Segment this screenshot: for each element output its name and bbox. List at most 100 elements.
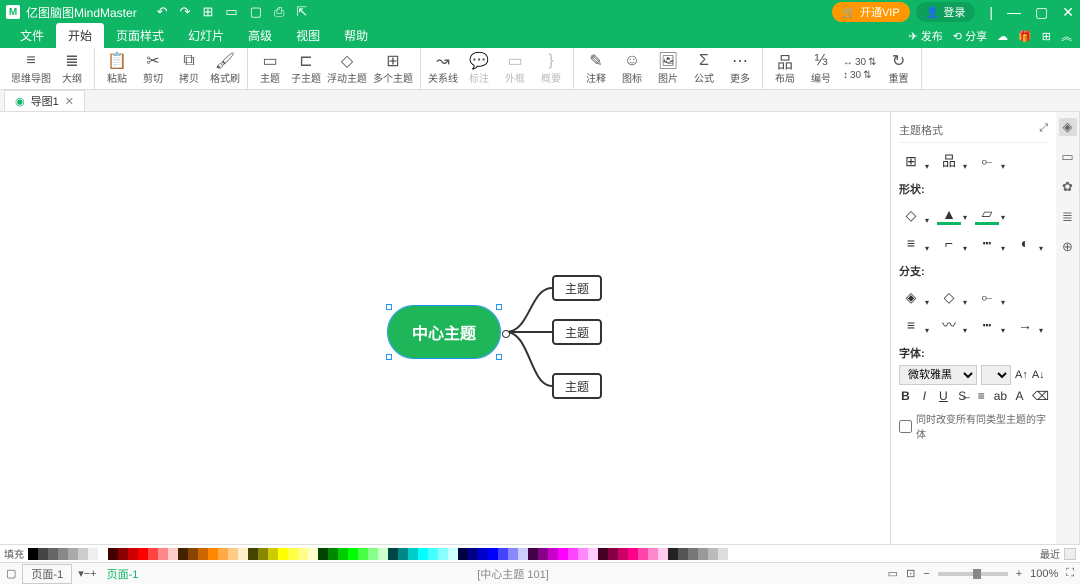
mindmap-view-button[interactable]: ≡思维导图 xyxy=(8,50,54,88)
tab-advanced[interactable]: 高级 xyxy=(236,23,284,48)
sidetab-page-icon[interactable]: ▭ xyxy=(1059,148,1077,166)
color-swatch[interactable] xyxy=(78,548,88,560)
color-swatch[interactable] xyxy=(368,548,378,560)
publish-button[interactable]: ✈ 发布 xyxy=(909,28,943,44)
color-swatch[interactable] xyxy=(568,548,578,560)
subtopic-button[interactable]: ⊏子主题 xyxy=(288,50,324,88)
bold-button[interactable]: B xyxy=(899,389,912,403)
color-swatch[interactable] xyxy=(638,548,648,560)
color-swatch[interactable] xyxy=(88,548,98,560)
color-swatch[interactable] xyxy=(158,548,168,560)
color-swatch[interactable] xyxy=(438,548,448,560)
color-swatch[interactable] xyxy=(678,548,688,560)
outline-view-button[interactable]: ≣大纲 xyxy=(54,50,90,88)
color-swatch[interactable] xyxy=(718,548,728,560)
line-style-icon[interactable]: ≡ xyxy=(899,233,923,253)
color-swatch[interactable] xyxy=(618,548,628,560)
view-mode-icon[interactable]: ▭ xyxy=(888,567,898,580)
underline-button[interactable]: U xyxy=(937,389,950,403)
boundary-button[interactable]: ▭外框 xyxy=(497,50,533,88)
new-icon[interactable]: ⊞ xyxy=(203,4,214,20)
color-swatch[interactable] xyxy=(508,548,518,560)
color-swatch[interactable] xyxy=(698,548,708,560)
color-swatch[interactable] xyxy=(538,548,548,560)
selection-handle[interactable] xyxy=(386,304,392,310)
collapse-icon[interactable]: ︽ xyxy=(1061,28,1072,44)
color-swatch[interactable] xyxy=(458,548,468,560)
paste-button[interactable]: 📋粘贴 xyxy=(99,50,135,88)
color-swatch[interactable] xyxy=(668,548,678,560)
page-name[interactable]: 页面-1 xyxy=(107,566,139,582)
relation-button[interactable]: ↝关系线 xyxy=(425,50,461,88)
page-selector[interactable]: 页面-1 xyxy=(22,564,72,584)
tab-file[interactable]: 文件 xyxy=(8,23,56,48)
branch-dash-icon[interactable]: ┅ xyxy=(975,315,999,335)
add-page-icon[interactable]: + xyxy=(90,568,96,580)
color-swatch[interactable] xyxy=(688,548,698,560)
sidetab-icon-icon[interactable]: ≣ xyxy=(1059,208,1077,226)
color-swatch[interactable] xyxy=(258,548,268,560)
multiple-topic-button[interactable]: ⊞多个主题 xyxy=(370,50,416,88)
branch-style-icon[interactable]: ⟜ xyxy=(975,151,999,171)
share-button[interactable]: ⟲ 分享 xyxy=(953,28,987,44)
color-swatch[interactable] xyxy=(28,548,38,560)
highlight-button[interactable]: ab xyxy=(994,389,1007,403)
color-swatch[interactable] xyxy=(528,548,538,560)
central-topic[interactable]: 中心主题 xyxy=(388,306,500,358)
pin-icon[interactable]: ⤢ xyxy=(1039,122,1048,138)
color-swatch[interactable] xyxy=(488,548,498,560)
branch-end-icon[interactable]: ⟜ xyxy=(975,287,999,307)
cut-button[interactable]: ✂剪切 xyxy=(135,50,171,88)
color-swatch[interactable] xyxy=(318,548,328,560)
color-swatch[interactable] xyxy=(218,548,228,560)
copy-button[interactable]: ⧉拷贝 xyxy=(171,50,207,88)
summary-button[interactable]: }概要 xyxy=(533,50,569,88)
color-swatch[interactable] xyxy=(48,548,58,560)
format-painter-button[interactable]: 🖌格式刷 xyxy=(207,50,243,88)
tab-help[interactable]: 帮助 xyxy=(332,23,380,48)
color-swatch[interactable] xyxy=(68,548,78,560)
color-swatch[interactable] xyxy=(648,548,658,560)
color-swatch[interactable] xyxy=(708,548,718,560)
color-swatch[interactable] xyxy=(428,548,438,560)
layout-button[interactable]: 品布局 xyxy=(767,50,803,88)
close-icon[interactable]: ✕ xyxy=(1062,4,1074,21)
color-swatch[interactable] xyxy=(288,548,298,560)
minimize-icon[interactable]: — xyxy=(1007,4,1021,21)
shape-select-icon[interactable]: ◇ xyxy=(899,205,923,225)
open-icon[interactable]: ▭ xyxy=(225,4,237,20)
font-family-select[interactable]: 微软雅黑 xyxy=(899,365,977,385)
recent-swatch[interactable] xyxy=(1064,548,1076,560)
color-swatch[interactable] xyxy=(578,548,588,560)
font-size-select[interactable]: 18 xyxy=(981,365,1011,385)
document-tab[interactable]: ◉ 导图1 ✕ xyxy=(4,90,85,111)
color-swatch[interactable] xyxy=(478,548,488,560)
color-swatch[interactable] xyxy=(168,548,178,560)
login-button[interactable]: 👤 登录 xyxy=(916,2,976,22)
color-swatch[interactable] xyxy=(358,548,368,560)
tree-style-icon[interactable]: 品 xyxy=(937,151,961,171)
color-swatch[interactable] xyxy=(308,548,318,560)
fit-page-icon[interactable]: ⊡ xyxy=(906,567,915,580)
tab-start[interactable]: 开始 xyxy=(56,23,104,48)
cloud-icon[interactable]: ☁ xyxy=(997,30,1008,43)
border-color-icon[interactable]: ▱ xyxy=(975,205,999,225)
redo-icon[interactable]: ↷ xyxy=(180,4,191,20)
close-tab-icon[interactable]: ✕ xyxy=(65,95,74,108)
zoom-value[interactable]: 100% xyxy=(1030,568,1058,580)
layout-style-icon[interactable]: ⊞ xyxy=(899,151,923,171)
number-button[interactable]: ⅓编号 xyxy=(803,50,839,88)
italic-button[interactable]: I xyxy=(918,389,931,403)
maximize-icon[interactable]: ▢ xyxy=(1035,4,1048,21)
clear-format-button[interactable]: ⌫ xyxy=(1032,389,1048,403)
corner-icon[interactable]: ⌐ xyxy=(937,233,961,253)
align-button[interactable]: ≡ xyxy=(975,389,988,403)
color-swatch[interactable] xyxy=(328,548,338,560)
color-swatch[interactable] xyxy=(138,548,148,560)
color-swatch[interactable] xyxy=(268,548,278,560)
zoom-in-icon[interactable]: + xyxy=(1016,568,1022,580)
connector-handle[interactable] xyxy=(502,330,510,338)
color-swatch[interactable] xyxy=(628,548,638,560)
zoom-out-icon[interactable]: − xyxy=(923,568,929,580)
color-swatch[interactable] xyxy=(388,548,398,560)
